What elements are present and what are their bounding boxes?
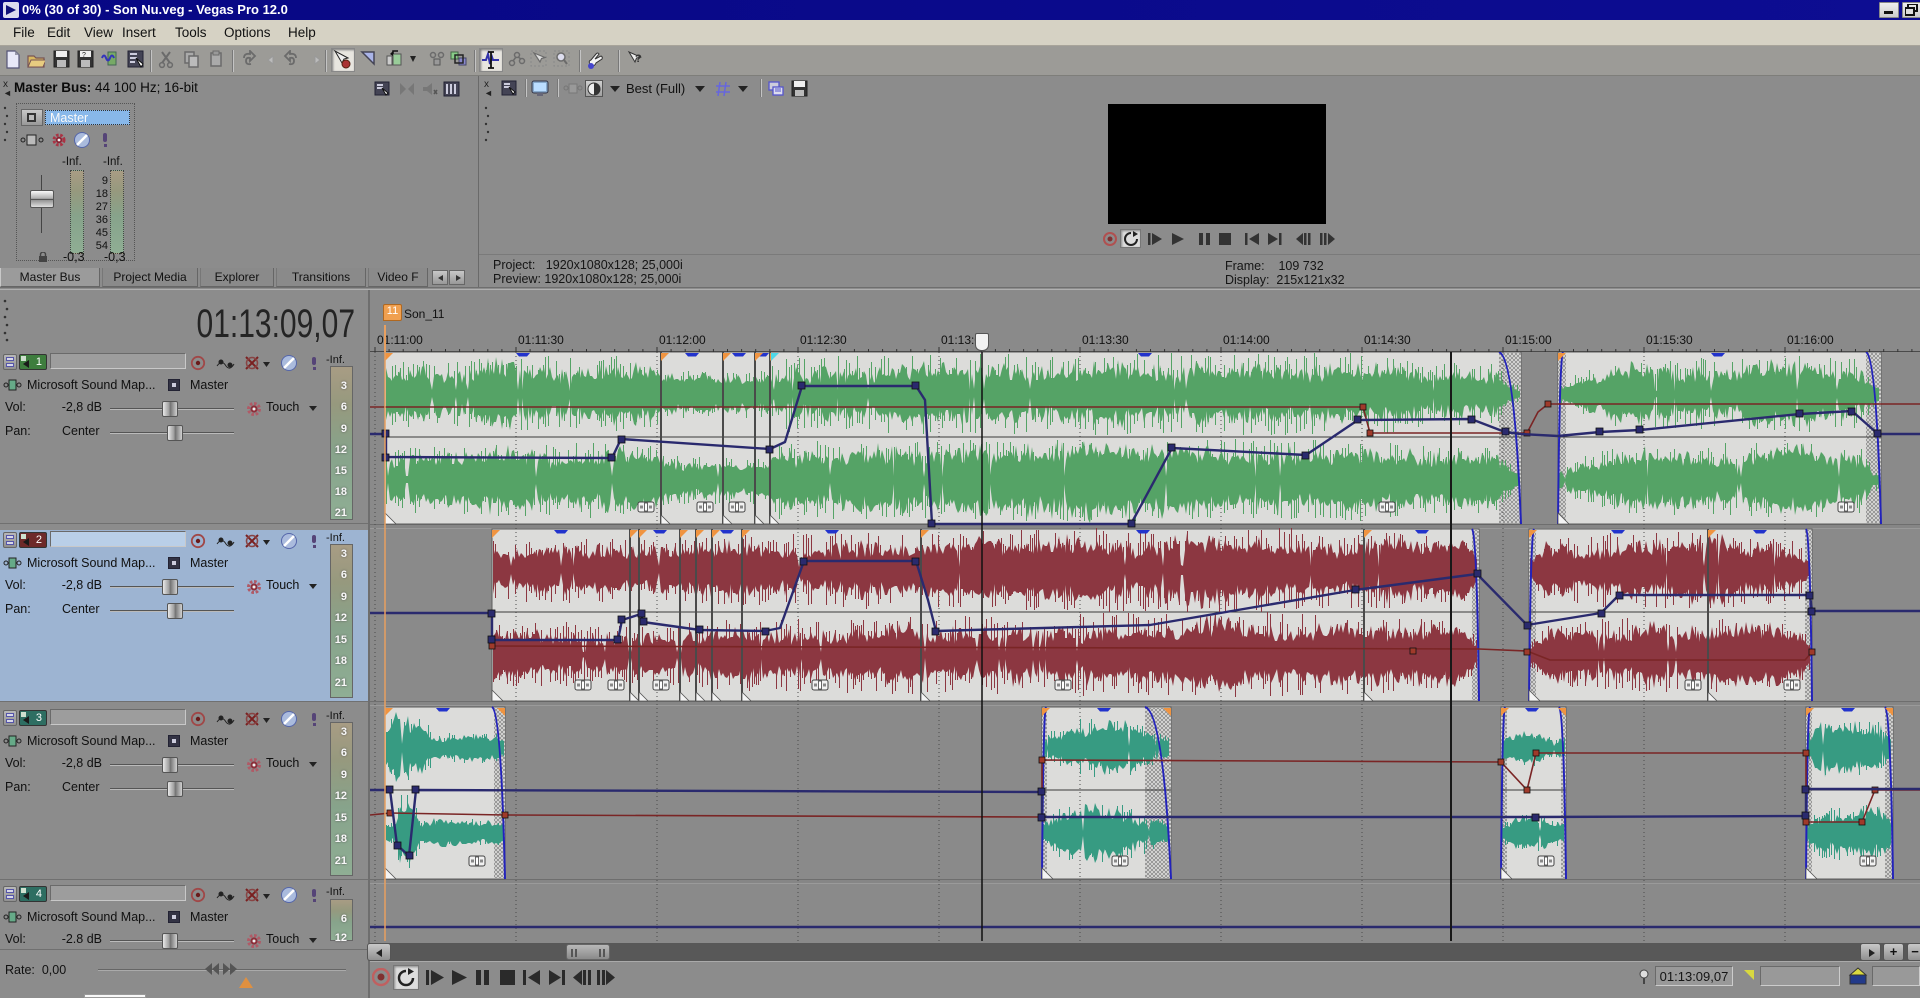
svg-text:?: ? — [635, 53, 642, 65]
svg-text:?: ? — [82, 52, 86, 59]
